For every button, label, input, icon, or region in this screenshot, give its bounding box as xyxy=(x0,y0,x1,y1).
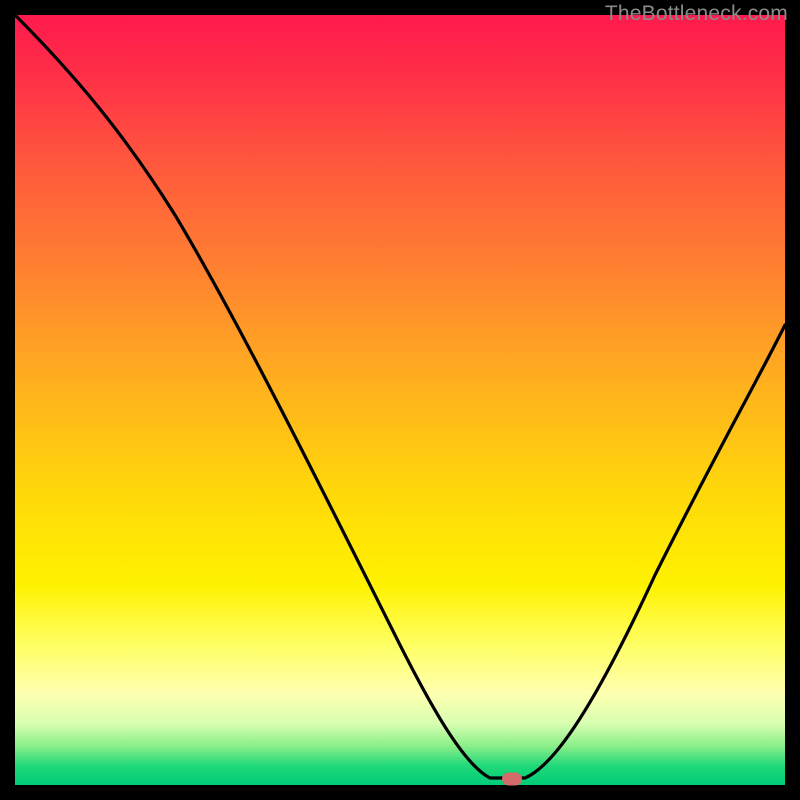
chart-frame: TheBottleneck.com xyxy=(0,0,800,800)
optimal-point-marker xyxy=(502,772,522,785)
bottleneck-curve xyxy=(15,15,785,785)
curve-path xyxy=(15,15,785,778)
watermark-text: TheBottleneck.com xyxy=(605,2,788,26)
chart-plot-area xyxy=(15,15,785,785)
